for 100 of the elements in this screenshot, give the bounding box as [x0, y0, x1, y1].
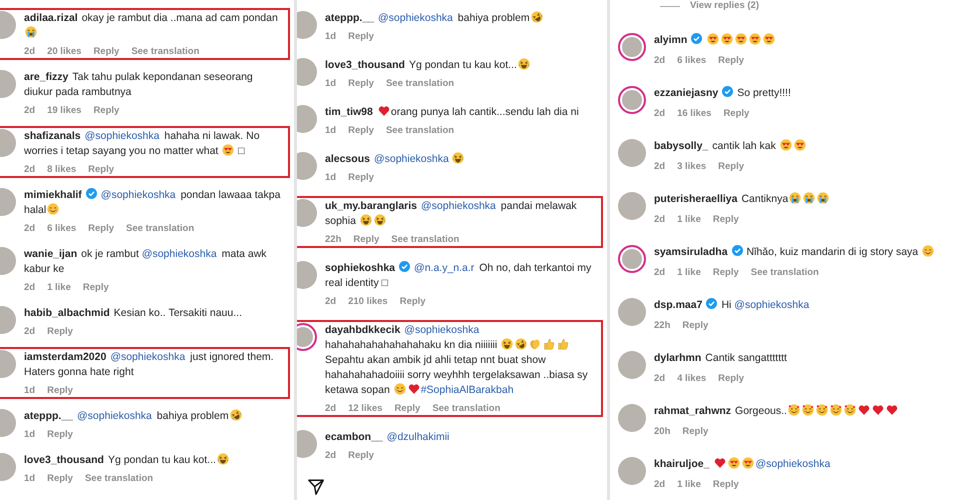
- reply-button[interactable]: Reply: [723, 108, 750, 120]
- like-count[interactable]: 6 likes: [47, 223, 76, 235]
- like-count[interactable]: 4 likes: [677, 373, 706, 385]
- see-translation-button[interactable]: See translation: [126, 223, 194, 235]
- mention-link[interactable]: @sophiekoshka: [142, 248, 217, 260]
- like-count[interactable]: 1 like: [677, 214, 701, 226]
- reply-button[interactable]: Reply: [47, 385, 73, 397]
- username[interactable]: mimiekhalif: [24, 189, 82, 201]
- avatar[interactable]: [297, 430, 317, 458]
- avatar[interactable]: [297, 58, 317, 86]
- username[interactable]: babysolly_: [654, 140, 708, 152]
- reply-button[interactable]: Reply: [47, 326, 73, 338]
- reply-button[interactable]: Reply: [348, 125, 374, 137]
- reply-button[interactable]: Reply: [718, 161, 744, 173]
- reply-button[interactable]: Reply: [348, 450, 374, 462]
- username[interactable]: khairuljoe_: [654, 458, 710, 470]
- view-replies-button[interactable]: View replies (2): [690, 0, 759, 12]
- mention-link[interactable]: @n.a.y_n.a.r: [414, 262, 474, 274]
- username[interactable]: dylarhmn: [654, 352, 702, 364]
- reply-button[interactable]: Reply: [47, 429, 73, 441]
- avatar[interactable]: [618, 86, 646, 114]
- username[interactable]: dayahbdkkecik: [325, 324, 400, 336]
- reply-button[interactable]: Reply: [348, 78, 374, 90]
- avatar[interactable]: [618, 351, 646, 379]
- like-count[interactable]: 1 like: [677, 479, 701, 491]
- reply-button[interactable]: Reply: [93, 105, 120, 117]
- reply-button[interactable]: Reply: [682, 320, 708, 332]
- reply-button[interactable]: Reply: [88, 223, 114, 235]
- username[interactable]: shafizanals: [24, 130, 81, 142]
- username[interactable]: iamsterdam2020: [24, 351, 106, 363]
- username[interactable]: habib_albachmid: [24, 307, 110, 319]
- username[interactable]: love3_thousand: [325, 59, 405, 71]
- see-translation-button[interactable]: See translation: [750, 267, 819, 279]
- avatar[interactable]: [297, 11, 317, 39]
- see-translation-button[interactable]: See translation: [386, 78, 454, 90]
- like-count[interactable]: 6 likes: [677, 55, 706, 67]
- see-translation-button[interactable]: See translation: [432, 403, 500, 415]
- reply-button[interactable]: Reply: [400, 296, 426, 308]
- reply-button[interactable]: Reply: [718, 373, 744, 385]
- avatar[interactable]: [297, 152, 317, 180]
- avatar[interactable]: [618, 139, 646, 167]
- username[interactable]: syamsiruladha: [654, 246, 728, 258]
- like-count[interactable]: 1 like: [47, 282, 71, 294]
- mention-link[interactable]: @sophiekoshka: [421, 200, 496, 212]
- see-translation-button[interactable]: See translation: [386, 125, 454, 137]
- avatar[interactable]: [297, 261, 317, 289]
- avatar[interactable]: [618, 404, 646, 432]
- mention-link[interactable]: @sophiekoshka: [755, 458, 830, 470]
- username[interactable]: sophiekoshka: [325, 262, 396, 274]
- username[interactable]: ateppp.__: [325, 12, 374, 24]
- username[interactable]: ateppp.__: [24, 410, 74, 422]
- mention-link[interactable]: @sophiekoshka: [404, 324, 480, 336]
- like-count[interactable]: 12 likes: [348, 403, 382, 415]
- hashtag-link[interactable]: #SophiaAlBarakbah: [420, 384, 514, 396]
- like-count[interactable]: 20 likes: [47, 46, 82, 58]
- mention-link[interactable]: @sophiekoshka: [378, 12, 453, 24]
- username[interactable]: dsp.maa7: [654, 299, 702, 311]
- mention-link[interactable]: @sophiekoshka: [100, 189, 176, 201]
- avatar[interactable]: [297, 199, 317, 227]
- like-count[interactable]: 8 likes: [47, 164, 76, 176]
- username[interactable]: alecsous: [325, 153, 370, 165]
- username[interactable]: tim_tiw98: [325, 106, 373, 118]
- reply-button[interactable]: Reply: [394, 403, 420, 415]
- like-count[interactable]: 3 likes: [677, 161, 706, 173]
- avatar[interactable]: [618, 192, 646, 220]
- reply-button[interactable]: Reply: [88, 164, 114, 176]
- mention-link[interactable]: @dzulhakimii: [386, 431, 450, 443]
- avatar[interactable]: [618, 457, 646, 485]
- reply-button[interactable]: Reply: [82, 282, 109, 294]
- avatar[interactable]: [618, 245, 646, 273]
- like-count[interactable]: 1 like: [677, 267, 701, 279]
- send-icon[interactable]: [307, 478, 325, 496]
- reply-button[interactable]: Reply: [718, 55, 744, 67]
- like-count[interactable]: 210 likes: [348, 296, 388, 308]
- reply-button[interactable]: Reply: [712, 214, 739, 226]
- mention-link[interactable]: @sophiekoshka: [84, 130, 160, 142]
- reply-button[interactable]: Reply: [353, 234, 380, 246]
- avatar[interactable]: [618, 298, 646, 326]
- mention-link[interactable]: @sophiekoshka: [77, 410, 152, 422]
- username[interactable]: wanie_ijan: [24, 248, 78, 260]
- mention-link[interactable]: @sophiekoshka: [110, 351, 186, 363]
- avatar[interactable]: [297, 105, 317, 133]
- reply-button[interactable]: Reply: [47, 473, 73, 485]
- username[interactable]: alyimn: [654, 34, 688, 46]
- avatar[interactable]: [297, 323, 317, 351]
- mention-link[interactable]: @sophiekoshka: [374, 153, 449, 165]
- username[interactable]: adilaa.rizal: [24, 12, 78, 24]
- username[interactable]: uk_my.baranglaris: [325, 200, 418, 212]
- see-translation-button[interactable]: See translation: [131, 46, 200, 58]
- reply-button[interactable]: Reply: [348, 172, 374, 184]
- username[interactable]: puterisheraelliya: [654, 193, 738, 205]
- reply-button[interactable]: Reply: [712, 267, 739, 279]
- username[interactable]: ecambon__: [325, 431, 383, 443]
- username[interactable]: ezzaniejasny: [654, 87, 718, 99]
- like-count[interactable]: 16 likes: [677, 108, 712, 120]
- username[interactable]: love3_thousand: [24, 454, 104, 466]
- see-translation-button[interactable]: See translation: [84, 473, 154, 485]
- reply-button[interactable]: Reply: [93, 46, 120, 58]
- see-translation-button[interactable]: See translation: [391, 234, 460, 246]
- username[interactable]: rahmat_rahwnz: [654, 405, 732, 417]
